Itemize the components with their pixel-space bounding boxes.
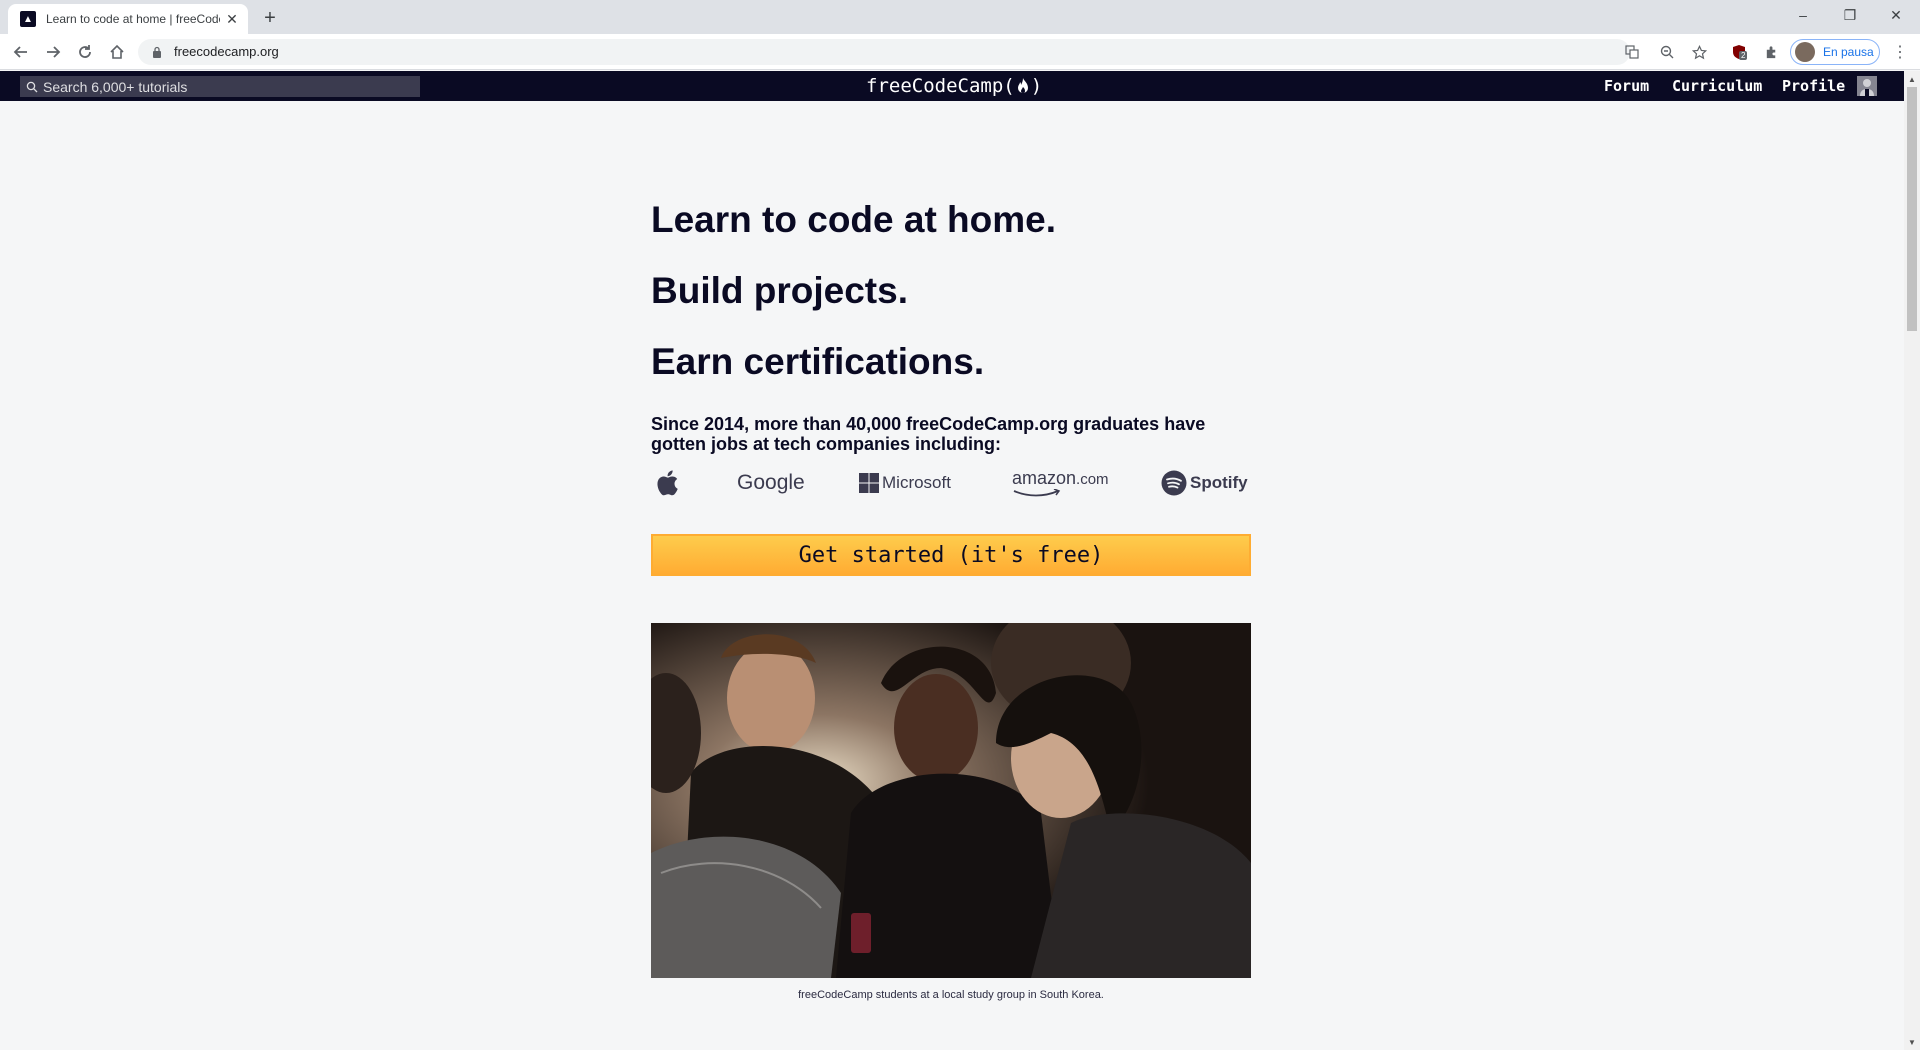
- scroll-thumb[interactable]: [1907, 87, 1917, 331]
- url-text: freecodecamp.org: [174, 44, 279, 59]
- search-icon: [26, 81, 38, 92]
- scroll-down-icon[interactable]: ▼: [1904, 1034, 1920, 1050]
- headline-build: Build projects.: [651, 270, 908, 311]
- site-nav: freeCodeCamp( ) Forum Curriculum Profile: [0, 71, 1904, 101]
- tab-title: Learn to code at home | freeCodeCamp.org: [46, 12, 220, 26]
- amazon-smile-icon: [1013, 489, 1061, 497]
- amazon-logo-text: amazon: [1012, 468, 1077, 488]
- address-bar[interactable]: freecodecamp.org: [138, 39, 1639, 65]
- flame-icon: [1017, 78, 1028, 93]
- profile-chip[interactable]: En pausa: [1790, 39, 1880, 65]
- forward-arrow-icon[interactable]: [41, 40, 65, 64]
- profile-avatar-icon: [1795, 42, 1815, 62]
- logo-text: freeCodeCamp(: [866, 75, 1015, 97]
- search-bar[interactable]: [20, 76, 420, 97]
- apple-logo-icon: [655, 465, 679, 501]
- amazon-logo: amazon.com: [1012, 465, 1109, 501]
- profile-status: En pausa: [1823, 45, 1874, 59]
- restore-button[interactable]: ❐: [1827, 0, 1873, 30]
- tab-close-icon[interactable]: ✕: [224, 11, 240, 27]
- translate-icon[interactable]: [1623, 43, 1641, 61]
- get-started-button[interactable]: Get started (it's free): [651, 534, 1251, 576]
- nav-forum-link[interactable]: Forum: [1604, 77, 1649, 95]
- new-tab-button[interactable]: +: [258, 6, 282, 30]
- ublock-extension-icon[interactable]: 2: [1729, 42, 1749, 62]
- microsoft-windows-icon: [859, 473, 879, 493]
- minimize-button[interactable]: –: [1780, 0, 1826, 30]
- headline-learn: Learn to code at home.: [651, 199, 1057, 240]
- company-logos: Google Microsoft amazon.com Spotify: [651, 465, 1251, 501]
- headline-earn: Earn certifications.: [651, 341, 985, 382]
- user-avatar-icon[interactable]: [1857, 76, 1877, 96]
- study-group-photo: [651, 623, 1251, 978]
- bookmark-star-icon[interactable]: [1689, 42, 1709, 62]
- browser-tab[interactable]: ▲ Learn to code at home | freeCodeCamp.o…: [8, 4, 248, 34]
- nav-curriculum-link[interactable]: Curriculum: [1672, 77, 1762, 95]
- extension-badge: 2: [1739, 51, 1748, 60]
- spotify-icon: [1161, 470, 1187, 496]
- page-scrollbar[interactable]: ▲ ▼: [1904, 71, 1920, 1050]
- lock-icon: [153, 46, 161, 58]
- microsoft-logo-text: Microsoft: [882, 473, 951, 492]
- browser-tabbar: ▲ Learn to code at home | freeCodeCamp.o…: [0, 0, 1920, 34]
- window-close-button[interactable]: ✕: [1873, 0, 1919, 30]
- reload-icon[interactable]: [73, 40, 97, 64]
- spotify-logo-text: Spotify: [1190, 473, 1248, 492]
- graduates-text: Since 2014, more than 40,000 freeCodeCam…: [651, 414, 1206, 454]
- browser-toolbar: freecodecamp.org 2 En pausa ⋮: [0, 34, 1920, 70]
- search-input[interactable]: [43, 78, 403, 95]
- spotify-logo: Spotify: [1161, 465, 1248, 501]
- microsoft-logo: Microsoft: [859, 465, 951, 501]
- scroll-up-icon[interactable]: ▲: [1904, 71, 1920, 87]
- zoom-icon[interactable]: [1657, 42, 1677, 62]
- nav-profile-link[interactable]: Profile: [1782, 77, 1845, 95]
- home-icon[interactable]: [105, 40, 129, 64]
- back-arrow-icon[interactable]: [9, 40, 33, 64]
- photo-caption: freeCodeCamp students at a local study g…: [798, 989, 1104, 1001]
- extensions-puzzle-icon[interactable]: [1761, 42, 1781, 62]
- amazon-logo-suffix: .com: [1076, 471, 1109, 488]
- browser-menu-icon[interactable]: ⋮: [1890, 42, 1910, 62]
- google-logo: Google: [737, 471, 805, 494]
- site-logo[interactable]: freeCodeCamp( ): [866, 75, 1042, 97]
- logo-text-end: ): [1030, 75, 1043, 97]
- freecodecamp-favicon-icon: ▲: [20, 11, 36, 27]
